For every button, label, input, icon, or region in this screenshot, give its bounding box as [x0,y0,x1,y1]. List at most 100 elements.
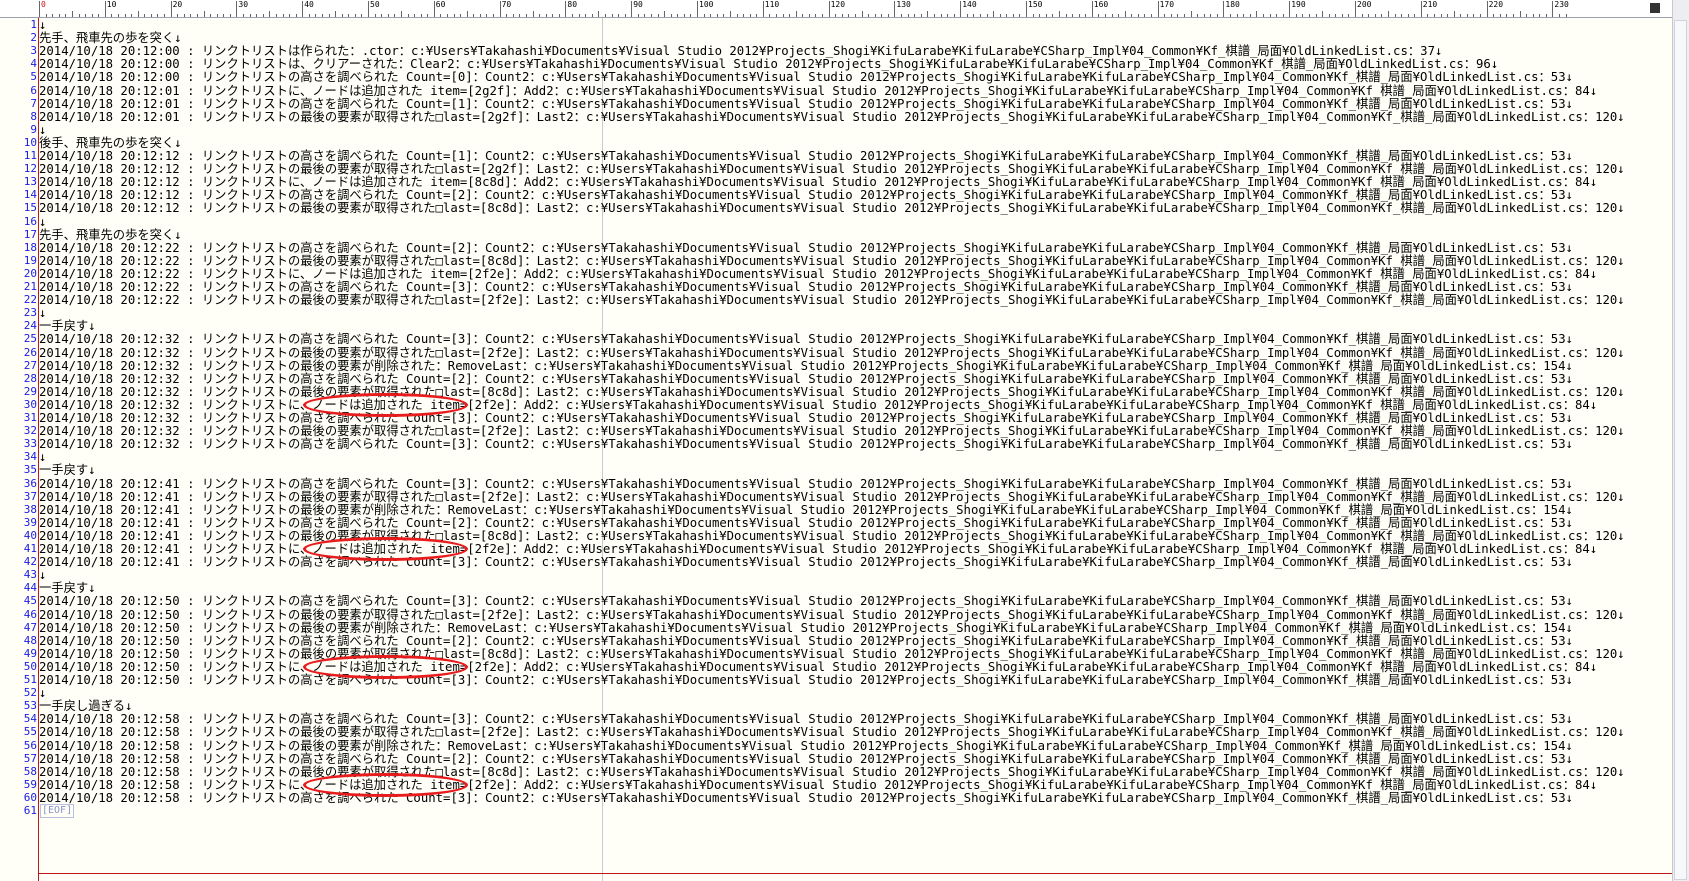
line-text: 2014/10/18 20:12:50 : リンクトリストの最後の要素が削除され… [39,620,1573,635]
text-line[interactable]: 6 2014/10/18 20:12:01 : リンクトリストに、ノードは追加され… [0,84,1633,98]
text-line[interactable]: 34 ↓ [0,450,1633,464]
text-line[interactable]: 22 2014/10/18 20:12:22 : リンクトリストの最後の要素が取得… [0,293,1633,307]
text-line[interactable]: 41 2014/10/18 20:12:41 : リンクトリストに、ノードは追加さ… [0,542,1633,556]
ruler-label: 210 [1422,0,1438,9]
text-line[interactable]: 27 2014/10/18 20:12:32 : リンクトリストの最後の要素が削除… [0,359,1633,373]
ruler-tick [736,14,738,17]
text-line[interactable]: 16 ↓ [0,215,1633,229]
text-line[interactable]: 56 2014/10/18 20:12:58 : リンクトリストの最後の要素が削除… [0,739,1633,753]
text-line[interactable]: 1 ↓ [0,18,1633,32]
text-line[interactable]: 51 2014/10/18 20:12:50 : リンクトリストの高さを調べられた… [0,673,1633,687]
text-line[interactable]: 15 2014/10/18 20:12:12 : リンクトリストの最後の要素が取得… [0,201,1633,215]
ruler-tick [782,14,784,17]
ruler-tick [703,14,705,17]
ruler-label: 90 [633,0,643,9]
text-line[interactable]: 55 2014/10/18 20:12:58 : リンクトリストの最後の要素が取得… [0,725,1633,739]
ruler-tick [1269,14,1271,17]
text-line[interactable]: 29 2014/10/18 20:12:32 : リンクトリストの最後の要素が取得… [0,385,1633,399]
line-text: 一手戻す↓ [39,463,96,478]
text-line[interactable]: 9 ↓ [0,123,1633,137]
line-number: 58 [23,764,37,778]
text-line[interactable]: 2 先手、飛車先の歩を突く↓ [0,31,1633,45]
highlight-oval [303,537,468,561]
highlight-oval [303,392,468,417]
text-line[interactable]: 23 ↓ [0,306,1633,320]
ruler-tick [828,1,830,17]
eof-marker: [EOF] [40,804,75,818]
line-number: 54 [23,712,37,726]
vertical-scrollbar-thumb[interactable] [1674,20,1687,880]
line-text: 後手、飛車先の歩を突く↓ [39,135,182,150]
text-line[interactable]: 46 2014/10/18 20:12:50 : リンクトリストの最後の要素が取得… [0,608,1633,622]
text-line[interactable]: 31 2014/10/18 20:12:32 : リンクトリストの高さを調べられた… [0,411,1633,425]
text-line[interactable]: 48 2014/10/18 20:12:50 : リンクトリストの高さを調べられた… [0,634,1633,648]
text-line[interactable]: 42 2014/10/18 20:12:41 : リンクトリストの高さを調べられた… [0,555,1633,569]
ruler-tick [1006,14,1008,17]
line-number: 30 [23,397,37,411]
text-line[interactable]: 11 2014/10/18 20:12:12 : リンクトリストの高さを調べられた… [0,149,1633,163]
ruler-tick [664,11,666,17]
text-line[interactable]: 8 2014/10/18 20:12:01 : リンクトリストの最後の要素が取得さ… [0,110,1633,124]
ruler-tick [335,11,337,17]
ruler-tick [1473,14,1475,17]
text-line[interactable]: 26 2014/10/18 20:12:32 : リンクトリストの最後の要素が取得… [0,346,1633,360]
text-line[interactable]: 39 2014/10/18 20:12:41 : リンクトリストの高さを調べられた… [0,516,1633,530]
column-ruler: 0 10 20 30 40 50 60 70 80 90 100 110 120 130 140 150 160… [0,0,1672,18]
ruler-tick [565,1,567,17]
ruler-tick [420,14,422,17]
text-line[interactable]: 5 2014/10/18 20:12:00 : リンクトリストの高さを調べられた … [0,70,1633,84]
line-text: ↓ [39,450,47,465]
text-line[interactable]: 19 2014/10/18 20:12:22 : リンクトリストの最後の要素が取得… [0,254,1633,268]
text-line[interactable]: 45 2014/10/18 20:12:50 : リンクトリストの高さを調べられた… [0,594,1633,608]
text-line[interactable]: 10 後手、飛車先の歩を突く↓ [0,136,1633,150]
text-line[interactable]: 21 2014/10/18 20:12:22 : リンクトリストの高さを調べられた… [0,280,1633,294]
ruler-tick [473,14,475,17]
ruler-tick [223,14,225,17]
text-line[interactable]: 33 2014/10/18 20:12:32 : リンクトリストの高さを調べられた… [0,437,1633,451]
text-line[interactable]: 47 2014/10/18 20:12:50 : リンクトリストの最後の要素が削除… [0,621,1633,635]
text-line[interactable]: 38 2014/10/18 20:12:41 : リンクトリストの最後の要素が削除… [0,503,1633,517]
text-line[interactable]: 49 2014/10/18 20:12:50 : リンクトリストの最後の要素が取得… [0,647,1633,661]
line-number: 57 [23,751,37,765]
ruler-tick [144,14,146,17]
text-editor[interactable]: 0 10 20 30 40 50 60 70 80 90 100 110 120 130 140 150 160… [0,0,1689,881]
ruler-tick [1512,14,1514,17]
text-line[interactable]: 50 2014/10/18 20:12:50 : リンクトリストに、ノードは追加さ… [0,660,1633,674]
text-line[interactable]: 60 2014/10/18 20:12:58 : リンクトリストの高さを調べられた… [0,791,1633,805]
ruler-label: 130 [896,0,911,9]
text-line[interactable]: 61 [EOF] [0,804,1633,818]
ruler-tick [1341,14,1343,17]
text-line[interactable]: 57 2014/10/18 20:12:58 : リンクトリストの高さを調べられた… [0,752,1633,766]
ruler-tick [1460,14,1462,17]
text-line[interactable]: 58 2014/10/18 20:12:58 : リンクトリストの最後の要素が取得… [0,765,1633,779]
ruler-tick [1480,14,1481,17]
text-line[interactable]: 12 2014/10/18 20:12:12 : リンクトリストの最後の要素が取得… [0,162,1633,176]
ruler-tick [624,14,626,17]
ruler-tick [315,14,317,17]
text-line[interactable]: 20 2014/10/18 20:12:22 : リンクトリストに、ノードは追加さ… [0,267,1633,281]
text-line[interactable]: 37 2014/10/18 20:12:41 : リンクトリストの最後の要素が取得… [0,490,1633,504]
text-line[interactable]: 59 2014/10/18 20:12:58 : リンクトリストに、ノードは追加さ… [0,778,1633,792]
text-line[interactable]: 52 ↓ [0,686,1633,700]
text-line[interactable]: 18 2014/10/18 20:12:22 : リンクトリストの高さを調べられた… [0,241,1633,255]
ruler-tick [841,14,843,17]
line-number: 41 [23,542,37,555]
ruler-tick [1190,11,1192,17]
text-line[interactable]: 40 2014/10/18 20:12:41 : リンクトリストの最後の要素が取得… [0,529,1633,543]
line-number: 23 [23,306,37,320]
ruler-tick [1552,1,1554,17]
text-line[interactable]: 35 一手戻す↓ [0,463,1633,477]
ruler-tick [993,11,995,17]
line-number: 2 [30,31,37,45]
ruler-tick [743,14,745,17]
text-line[interactable]: 7 2014/10/18 20:12:01 : リンクトリストの高さを調べられた … [0,97,1633,111]
text-line[interactable]: 25 2014/10/18 20:12:32 : リンクトリストの高さを調べられた… [0,332,1633,346]
line-text: 2014/10/18 20:12:12 : リンクトリストの最後の要素が取得され… [39,162,1625,177]
text-line[interactable]: 28 2014/10/18 20:12:32 : リンクトリストの高さを調べられた… [0,372,1633,386]
text-line[interactable]: 17 先手、飛車先の歩を突く↓ [0,228,1633,242]
ruler-tick [91,14,93,17]
text-line[interactable]: 30 2014/10/18 20:12:32 : リンクトリストに、ノードは追加さ… [0,398,1633,412]
text-line[interactable]: 36 2014/10/18 20:12:41 : リンクトリストの高さを調べられた… [0,477,1633,491]
text-line[interactable]: 43 ↓ [0,568,1633,582]
text-line[interactable]: 32 2014/10/18 20:12:32 : リンクトリストの最後の要素が取得… [0,424,1633,438]
